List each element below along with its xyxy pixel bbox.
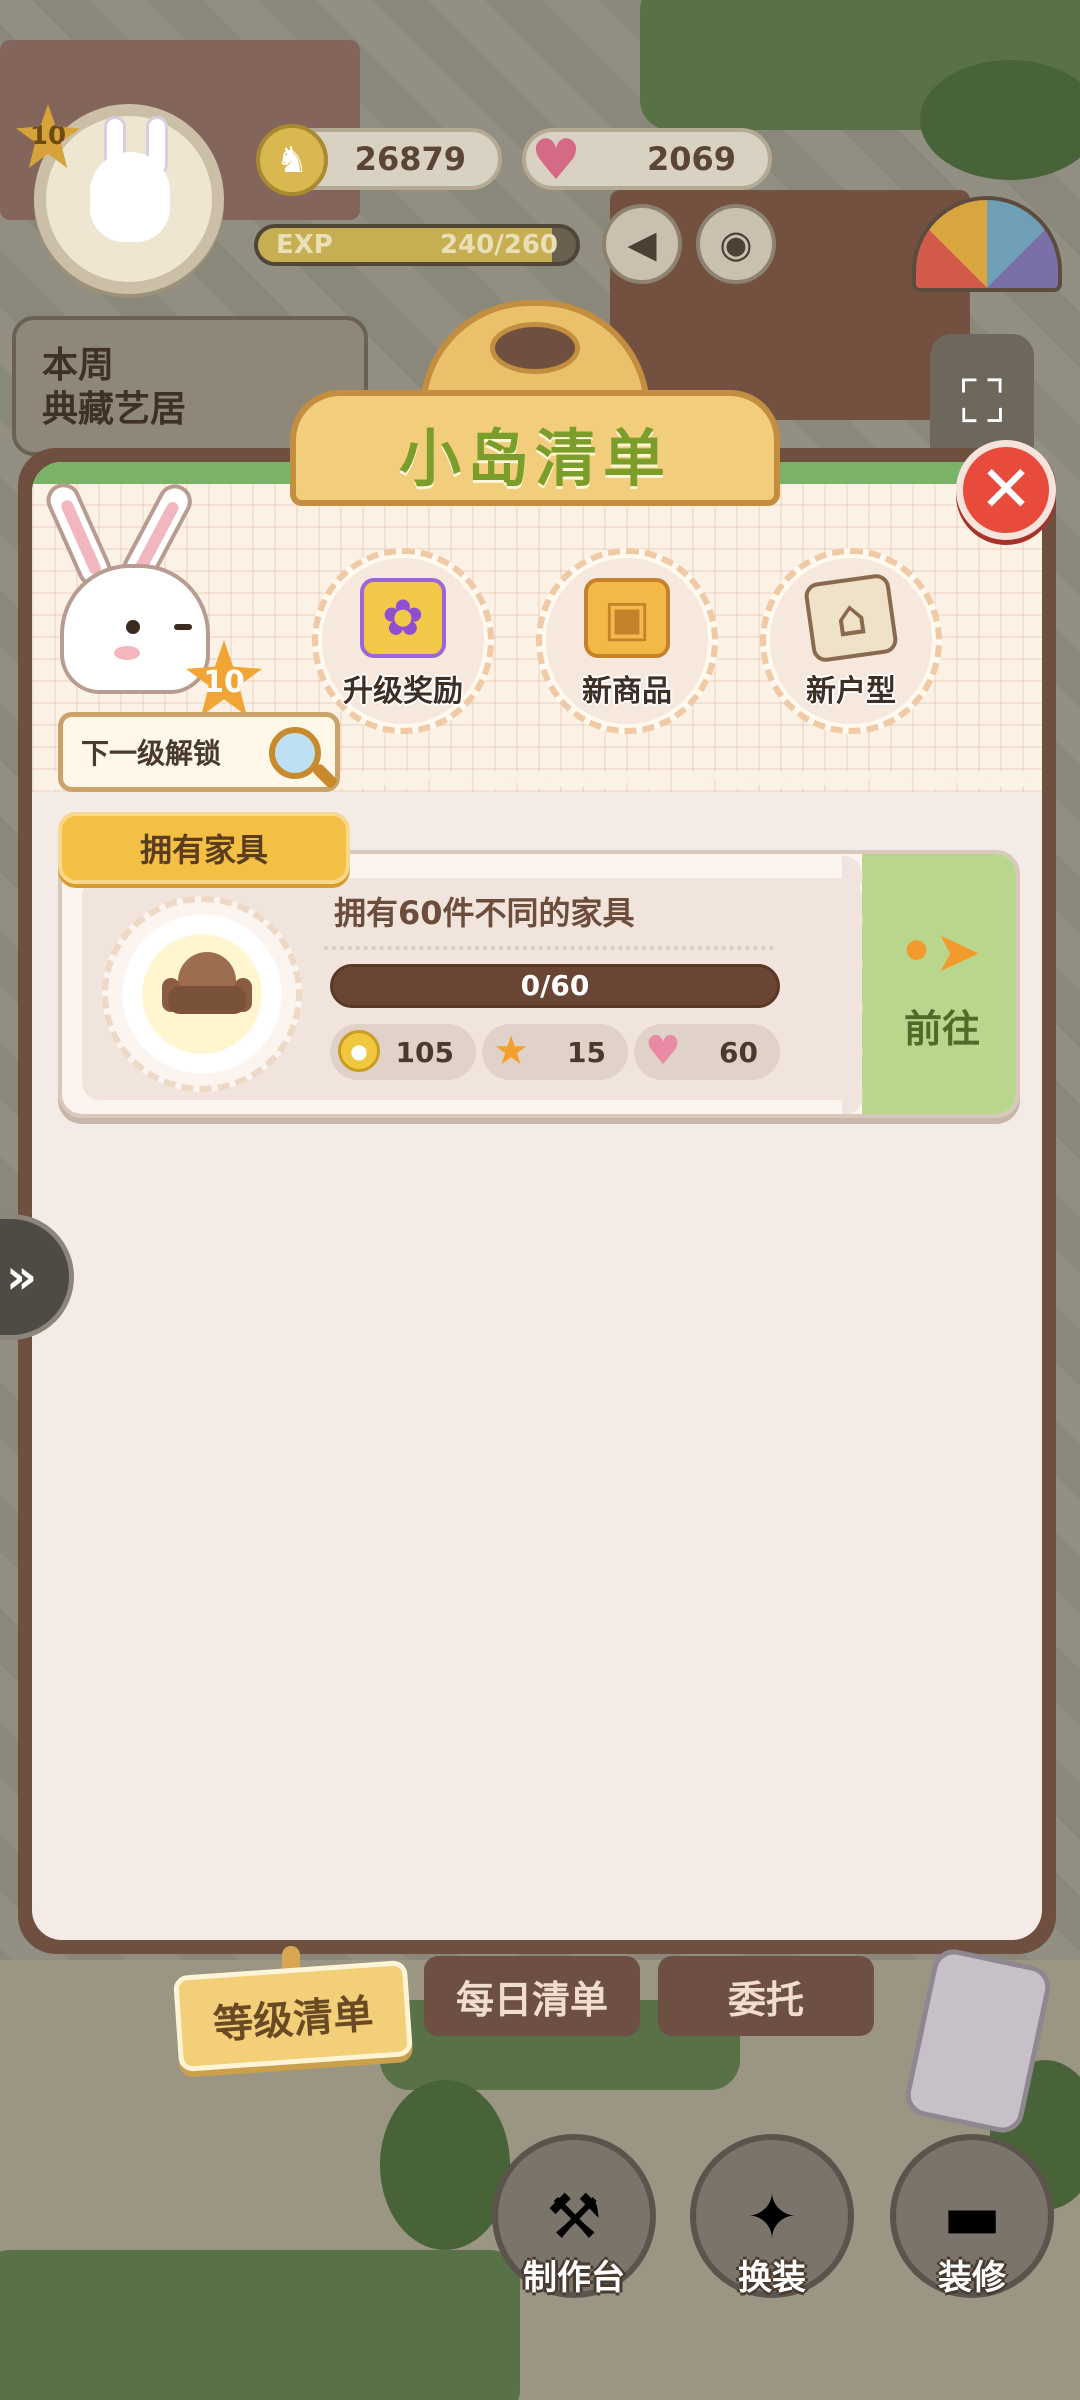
gift-box-icon: ✿: [360, 578, 446, 658]
exp-bar: EXP 240/260: [254, 224, 580, 266]
tab-level-list-label: 等级清单: [211, 1991, 375, 2049]
reward-hearts-value: 60: [719, 1035, 758, 1069]
reward-label-upgrade: 升级奖励: [343, 674, 463, 709]
speaker-button[interactable]: ◀: [602, 204, 682, 284]
unlock-level: 10: [203, 664, 245, 700]
next-level-unlock-tag[interactable]: 下一级解锁: [58, 712, 340, 792]
close-button[interactable]: ✕: [956, 440, 1056, 540]
tab-daily-list[interactable]: 每日清单: [424, 1956, 640, 2036]
furniture-image: [102, 896, 302, 1092]
tab-daily-list-label: 每日清单: [455, 1977, 608, 2022]
blueprint-icon: ⌂: [802, 572, 900, 664]
reward-new-house[interactable]: ⌂ 新户型: [760, 548, 942, 734]
star-icon: ★: [493, 1028, 529, 1074]
heart-counter: ♥ 2069: [522, 128, 772, 193]
task-progress-bar: 0/60: [330, 964, 780, 1008]
title-plaque: 小岛清单: [290, 300, 780, 510]
go-button[interactable]: •➤ 前往: [862, 854, 1016, 1114]
tab-level-list[interactable]: 等级清单: [172, 1959, 414, 2073]
reward-chip-stars: ★ 15: [482, 1024, 628, 1080]
decorate-button[interactable]: ▬ 装修: [890, 2134, 1054, 2330]
exp-value: 240/260: [439, 230, 558, 260]
section-label: 拥有家具: [139, 831, 268, 869]
weekly-line-1: 本周: [42, 345, 115, 386]
reward-stars-value: 15: [567, 1035, 606, 1069]
reward-coins-value: 105: [395, 1035, 454, 1069]
tab-commission-label: 委托: [727, 1977, 804, 2022]
workbench-button[interactable]: ⚒ 制作台: [492, 2134, 656, 2330]
modal-title: 小岛清单: [398, 422, 671, 495]
reward-chip-hearts: ♥ 60: [634, 1024, 780, 1080]
tab-commission[interactable]: 委托: [658, 1956, 874, 2036]
reward-label-new-goods: 新商品: [582, 674, 672, 709]
bunny-coin-icon: ♞: [256, 124, 328, 196]
task-card: 拥有60件不同的家具 0/60 ● 105 ★ 15 ♥ 60 •➤ 前往: [58, 850, 1020, 1118]
workbench-label: 制作台: [523, 2258, 625, 2298]
exp-label: EXP: [276, 230, 333, 260]
go-label: 前往: [903, 1007, 980, 1051]
paint-roller-icon: ▬: [942, 2179, 1002, 2253]
outfit-icon: ✦: [746, 2179, 798, 2253]
close-icon: ✕: [979, 453, 1033, 527]
camera-icon: ◉: [719, 222, 753, 266]
outfit-button[interactable]: ✦ 换装: [690, 2134, 854, 2330]
reward-new-goods[interactable]: ▣ 新商品: [536, 548, 718, 734]
weekly-line-2: 典藏艺居: [42, 389, 187, 430]
section-tag-own-furniture: 拥有家具: [58, 812, 350, 884]
task-title: 拥有60件不同的家具: [334, 894, 635, 932]
heart-icon: ♥: [530, 127, 582, 193]
workbench-icon: ⚒: [546, 2179, 602, 2253]
coin-counter: ♞ 26879: [256, 124, 502, 196]
reward-upgrade[interactable]: ✿ 升级奖励: [312, 548, 494, 734]
magnifier-icon: [269, 727, 321, 779]
coin-amount: 26879: [354, 140, 466, 178]
camera-button[interactable]: ◉: [696, 204, 776, 284]
armchair-icon: [162, 952, 252, 1022]
reward-chip-coins: ● 105: [330, 1024, 476, 1080]
decorate-label: 装修: [938, 2258, 1006, 2298]
heart-icon: ♥: [645, 1028, 681, 1074]
handbag-icon: ▣: [584, 578, 670, 658]
outfit-label: 换装: [738, 2258, 806, 2298]
coin-icon: ●: [338, 1030, 380, 1072]
task-progress-text: 0/60: [520, 969, 590, 1002]
speaker-icon: ◀: [627, 222, 657, 266]
reward-label-new-house: 新户型: [806, 674, 896, 709]
arrow-right-icon: •➤: [898, 919, 982, 985]
heart-amount: 2069: [646, 140, 736, 178]
unlock-label: 下一级解锁: [81, 737, 222, 770]
chevron-right-icon: »: [5, 1249, 37, 1305]
